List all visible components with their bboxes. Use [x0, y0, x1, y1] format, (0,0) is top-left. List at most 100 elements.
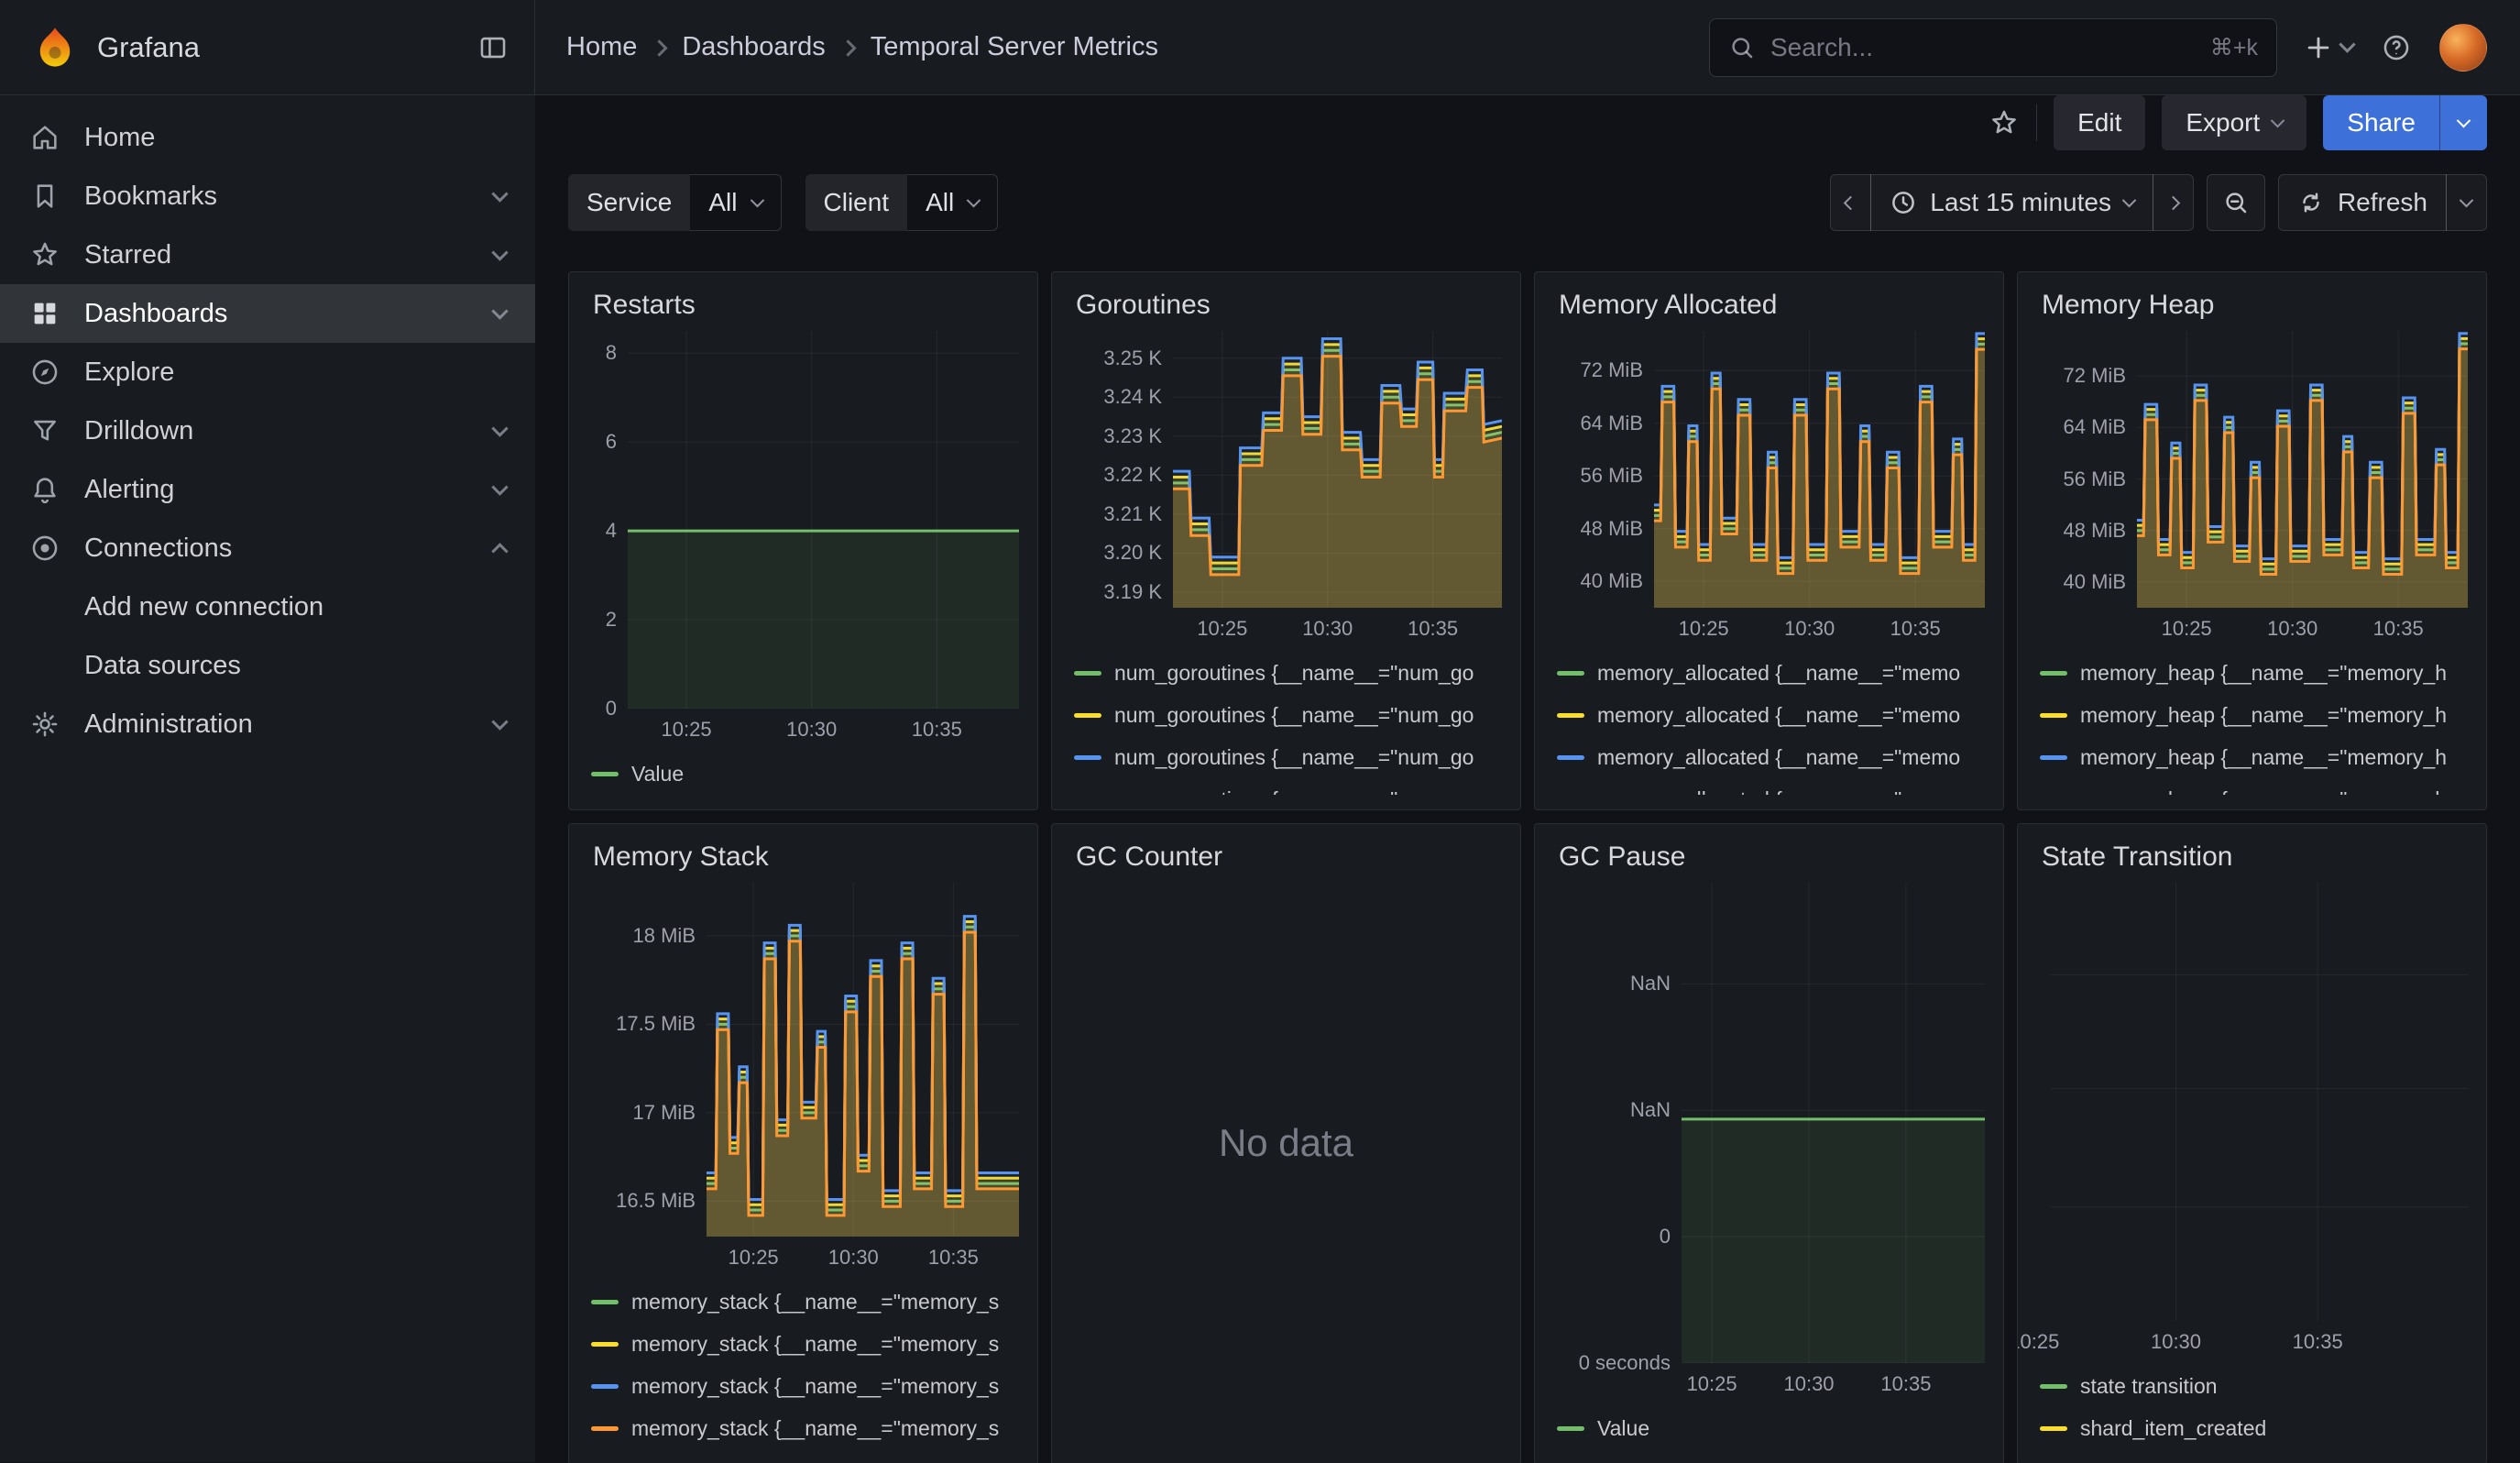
plot-area[interactable] [707, 883, 1019, 1237]
sidebar-item-label: Explore [84, 358, 511, 388]
plot-area[interactable] [628, 331, 1019, 709]
sidebar-item-dashboards[interactable]: Dashboards [0, 284, 535, 343]
legend-item[interactable]: memory_allocated {__name__="memo [1557, 652, 1985, 694]
chevron-down-icon [2460, 192, 2474, 207]
panel-title[interactable]: GC Pause [1559, 839, 1985, 875]
search-icon [1728, 34, 1756, 61]
legend-item[interactable]: memory_stack {__name__="memory_s [591, 1281, 1019, 1323]
search-box[interactable]: ⌘+k [1709, 18, 2277, 77]
sidebar-item-starred[interactable]: Starred [0, 226, 535, 284]
export-button[interactable]: Export [2162, 95, 2306, 150]
client-value-dropdown[interactable]: All [907, 174, 998, 231]
brand-title: Grafana [97, 31, 200, 64]
legend-item[interactable]: memory_heap {__name__="memory_h [2040, 652, 2468, 694]
plot-area[interactable] [1654, 331, 1985, 608]
sidebar-item-alerting[interactable]: Alerting [0, 460, 535, 519]
sidebar-toggle-icon[interactable] [477, 32, 509, 63]
drilldown-icon [29, 415, 60, 446]
y-tick-label: 40 MiB [2064, 570, 2126, 594]
legend-item[interactable]: memory_heap {__name__="memory_h [2040, 736, 2468, 778]
chevron-up-icon[interactable] [491, 543, 508, 559]
sidebar-item-bookmarks[interactable]: Bookmarks [0, 167, 535, 226]
panel-title[interactable]: Memory Stack [593, 839, 1019, 875]
panel-title[interactable]: State Transition [2042, 839, 2468, 875]
gear-icon [29, 709, 60, 740]
panel-title[interactable]: Memory Heap [2042, 287, 2468, 324]
x-tick-label: 10:25 [662, 718, 712, 742]
sidebar-item-home[interactable]: Home [0, 108, 535, 167]
legend-item[interactable]: memory_stack {__name__="memory_s [591, 1407, 1019, 1449]
chevron-down-icon[interactable] [491, 244, 508, 260]
chevron-down-icon[interactable] [491, 713, 508, 730]
breadcrumb-dashboards[interactable]: Dashboards [682, 32, 825, 62]
chevron-down-icon[interactable] [491, 420, 508, 436]
sidebar-item-drilldown[interactable]: Drilldown [0, 402, 535, 460]
sidebar-item-explore[interactable]: Explore [0, 343, 535, 402]
legend-item[interactable]: memory_allocated {__name__="memo [1557, 694, 1985, 736]
sidebar-item-add-new-connection[interactable]: Add new connection [0, 578, 535, 636]
legend: Value [1553, 1407, 1985, 1449]
legend-label: memory_heap {__name__="memory_h [2080, 703, 2447, 728]
legend-item[interactable]: Value [1557, 1407, 1985, 1449]
sidebar-item-data-sources[interactable]: Data sources [0, 636, 535, 695]
x-tick-label: 10:30 [2267, 617, 2317, 641]
chevron-left-icon [1844, 195, 1858, 210]
add-menu-button[interactable] [2303, 32, 2353, 63]
plot-area[interactable] [1682, 883, 1985, 1363]
favorite-star-button[interactable] [1989, 107, 2020, 138]
profile-avatar[interactable] [2439, 24, 2487, 72]
variable-client: Client All [805, 174, 999, 231]
sidebar-item-label: Home [84, 123, 511, 153]
chevron-down-icon[interactable] [491, 185, 508, 202]
chart-area: 86420 [587, 331, 1019, 709]
service-value-dropdown[interactable]: All [690, 174, 781, 231]
variable-label: Client [805, 174, 908, 231]
refresh-interval-button[interactable] [2446, 174, 2487, 231]
legend-item[interactable]: num_goroutines {__name__="num_go [1074, 652, 1502, 694]
legend-item[interactable]: num_goroutines {__name__="num_go [1074, 736, 1502, 778]
main-content: Edit Export Share Service All [535, 95, 2520, 1462]
y-axis [2036, 883, 2051, 1321]
plot-area[interactable] [1173, 331, 1502, 608]
grafana-logo-icon[interactable] [31, 24, 79, 72]
time-range-label: Last 15 minutes [1930, 188, 2111, 217]
edit-button[interactable]: Edit [2054, 95, 2145, 150]
legend-item[interactable]: memory_heap {__name__="memory_h [2040, 778, 2468, 795]
legend-item[interactable]: memory_allocated {__name__="memo [1557, 778, 1985, 795]
time-range-picker[interactable]: Last 15 minutes [1870, 174, 2153, 231]
legend-item[interactable]: Value [591, 753, 1019, 795]
chevron-down-icon[interactable] [491, 478, 508, 495]
zoom-out-button[interactable] [2207, 174, 2265, 231]
panel-title[interactable]: GC Counter [1076, 839, 1502, 875]
legend-item[interactable]: num_goroutines {__name__="num_go [1074, 778, 1502, 795]
legend-label: memory_allocated {__name__="memo [1597, 787, 1960, 796]
sidebar-item-connections[interactable]: Connections [0, 519, 535, 578]
chart-area: 72 MiB64 MiB56 MiB48 MiB40 MiB [1553, 331, 1985, 608]
time-forward-button[interactable] [2153, 174, 2194, 231]
search-input[interactable] [1770, 33, 2196, 62]
y-tick-label: 64 MiB [1581, 412, 1643, 435]
panel-title[interactable]: Memory Allocated [1559, 287, 1985, 324]
time-back-button[interactable] [1830, 174, 1871, 231]
legend-item[interactable]: num_goroutines {__name__="num_go [1074, 694, 1502, 736]
x-axis: 10:2510:3010:35 [1553, 608, 1985, 646]
legend-item[interactable]: shard_item_created [2040, 1407, 2468, 1449]
share-button[interactable]: Share [2323, 95, 2439, 150]
chevron-down-icon[interactable] [491, 302, 508, 319]
legend-item[interactable]: state transition [2040, 1365, 2468, 1407]
panel-title[interactable]: Restarts [593, 287, 1019, 324]
panel-title[interactable]: Goroutines [1076, 287, 1502, 324]
plot-area[interactable] [2051, 883, 2468, 1321]
legend-item[interactable]: memory_allocated {__name__="memo [1557, 736, 1985, 778]
legend-item[interactable]: memory_heap {__name__="memory_h [2040, 694, 2468, 736]
plot-area[interactable] [2137, 331, 2468, 608]
legend-item[interactable]: memory_stack {__name__="memory_s [591, 1365, 1019, 1407]
legend-marker [2040, 755, 2067, 760]
breadcrumb-home[interactable]: Home [566, 32, 637, 62]
panel-memory-stack: Memory Stack 18 MiB17.5 MiB17 MiB16.5 Mi… [568, 823, 1038, 1463]
sidebar-item-administration[interactable]: Administration [0, 695, 535, 754]
refresh-button[interactable]: Refresh [2278, 174, 2447, 231]
help-button[interactable] [2381, 32, 2412, 63]
legend-item[interactable]: memory_stack {__name__="memory_s [591, 1323, 1019, 1365]
share-menu-button[interactable] [2439, 95, 2487, 150]
